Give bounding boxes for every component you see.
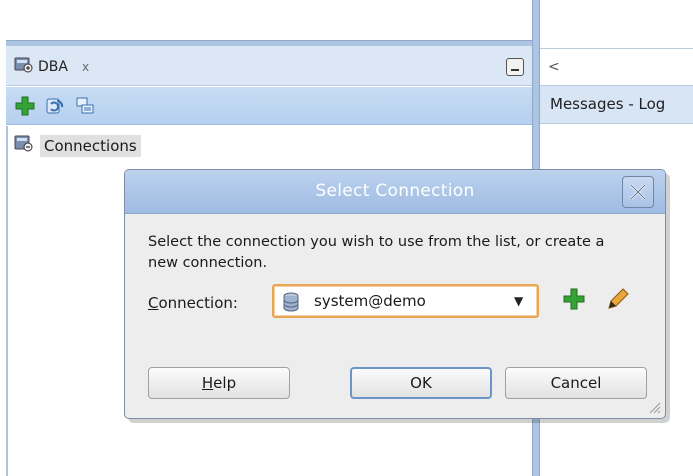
dba-toolbar: [6, 87, 532, 125]
tree-item-connections[interactable]: Connections: [14, 133, 141, 159]
select-connection-dialog: Select Connection Select the connection …: [124, 169, 666, 419]
connection-label-mnemonic: C: [148, 294, 159, 312]
connection-label-text: onnection:: [158, 294, 238, 312]
add-connection-icon[interactable]: [562, 287, 586, 315]
close-icon[interactable]: [622, 176, 654, 208]
edit-connection-icon[interactable]: [605, 286, 631, 316]
cancel-button[interactable]: Cancel: [505, 367, 647, 399]
tab-dba[interactable]: DBA x: [10, 52, 97, 82]
filter-icon[interactable]: [72, 93, 98, 119]
right-tab-bar: <: [540, 48, 693, 86]
ok-button[interactable]: OK: [350, 367, 492, 399]
connection-select-value: system@demo: [314, 292, 426, 310]
right-top-area: [540, 0, 693, 48]
connection-label: Connection:: [148, 294, 238, 312]
scroll-left-icon[interactable]: <: [548, 59, 560, 75]
tree-item-label: Connections: [40, 135, 141, 157]
top-area: [0, 0, 532, 42]
dialog-message: Select the connection you wish to use fr…: [148, 234, 605, 271]
panel-left-border: [6, 126, 8, 476]
connection-select[interactable]: system@demo ▼: [272, 284, 539, 318]
add-connection-icon[interactable]: [12, 93, 38, 119]
dba-icon: [14, 56, 34, 78]
help-mnemonic: H: [201, 374, 214, 392]
dialog-title: Select Connection: [315, 181, 475, 201]
refresh-icon[interactable]: [42, 93, 68, 119]
tab-close-icon[interactable]: x: [82, 60, 89, 74]
dialog-titlebar[interactable]: Select Connection: [125, 170, 665, 214]
minimize-icon[interactable]: [506, 58, 524, 76]
database-icon: [282, 292, 300, 316]
tab-dba-label: DBA: [38, 59, 68, 75]
resize-grip-icon[interactable]: [647, 400, 661, 418]
help-button[interactable]: Help: [148, 367, 290, 399]
connections-icon: [14, 135, 34, 157]
chevron-down-icon[interactable]: ▼: [514, 294, 523, 308]
help-label-rest: elp: [213, 374, 237, 392]
messages-header: Messages - Log: [540, 86, 693, 124]
messages-log-title[interactable]: Messages - Log: [550, 95, 665, 113]
dba-tab-bar: DBA x: [6, 46, 532, 86]
